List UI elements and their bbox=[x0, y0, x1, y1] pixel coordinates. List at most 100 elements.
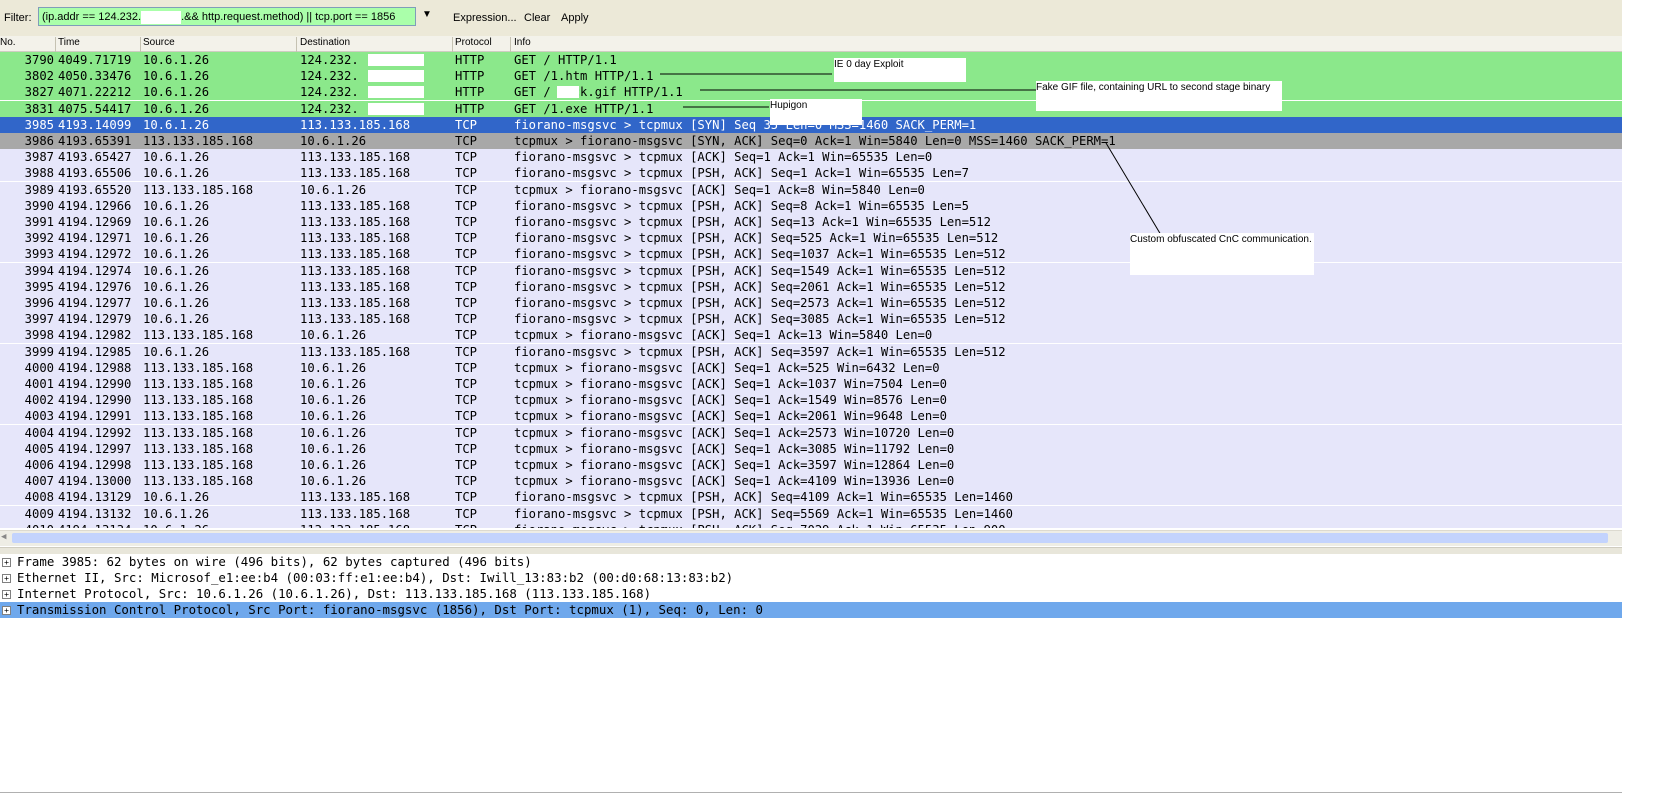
packet-row[interactable]: 3997 4194.12979 10.6.1.26 113.133.185.168 TC… bbox=[0, 311, 1622, 327]
packet-row[interactable]: 3790 4049.71719 10.6.1.26 124.232. HTTP GET /… bbox=[0, 52, 1622, 68]
packet-protocol: TCP bbox=[455, 150, 478, 164]
packet-no: 4006 bbox=[24, 458, 54, 472]
packet-no: 4007 bbox=[24, 474, 54, 488]
packet-row[interactable]: 4000 4194.12988 113.133.185.168 10.6.1.26 TC… bbox=[0, 360, 1622, 376]
packet-row[interactable]: 4009 4194.13132 10.6.1.26 113.133.185.168 TC… bbox=[0, 506, 1622, 522]
col-header-info[interactable]: Info bbox=[514, 37, 531, 48]
annotation-text: Hupigon bbox=[770, 100, 808, 111]
expand-plus-icon[interactable]: + bbox=[2, 574, 11, 583]
col-header-source[interactable]: Source bbox=[143, 37, 175, 48]
packet-source: 10.6.1.26 bbox=[143, 280, 210, 294]
packet-row[interactable]: 4005 4194.12997 113.133.185.168 10.6.1.26 TC… bbox=[0, 441, 1622, 457]
filter-input[interactable]: (ip.addr == 124.232. .&& http.request.met… bbox=[38, 7, 416, 26]
packet-info: tcpmux > fiorano-msgsvc [ACK] Seq=1 Ack=… bbox=[514, 183, 925, 197]
redacted-block bbox=[557, 86, 579, 98]
packet-row[interactable]: 3993 4194.12972 10.6.1.26 113.133.185.168 TC… bbox=[0, 246, 1622, 262]
column-divider[interactable] bbox=[510, 37, 511, 52]
packet-time: 4194.12998 bbox=[58, 458, 132, 472]
column-divider[interactable] bbox=[55, 37, 56, 52]
clear-button[interactable]: Clear bbox=[524, 12, 550, 24]
packet-source: 10.6.1.26 bbox=[143, 312, 210, 326]
col-header-destination[interactable]: Destination bbox=[300, 37, 350, 48]
redacted-block bbox=[368, 86, 424, 98]
packet-protocol: TCP bbox=[455, 296, 478, 310]
packet-row[interactable]: 3994 4194.12974 10.6.1.26 113.133.185.168 TC… bbox=[0, 263, 1622, 279]
packet-no: 3827 bbox=[24, 85, 54, 99]
expand-plus-icon[interactable]: + bbox=[2, 558, 11, 567]
packet-info: tcpmux > fiorano-msgsvc [ACK] Seq=1 Ack=… bbox=[514, 409, 947, 423]
redacted-block bbox=[368, 103, 424, 115]
column-divider[interactable] bbox=[452, 37, 453, 52]
col-header-no[interactable]: No. bbox=[0, 37, 16, 48]
column-divider[interactable] bbox=[296, 37, 297, 52]
packet-time: 4194.12966 bbox=[58, 199, 132, 213]
packet-row[interactable]: 3999 4194.12985 10.6.1.26 113.133.185.168 TC… bbox=[0, 344, 1622, 360]
packet-row[interactable]: 3988 4193.65506 10.6.1.26 113.133.185.168 TC… bbox=[0, 165, 1622, 181]
packet-row[interactable]: 3996 4194.12977 10.6.1.26 113.133.185.168 TC… bbox=[0, 295, 1622, 311]
scrollbar-thumb[interactable] bbox=[12, 533, 1608, 543]
packet-no: 3985 bbox=[24, 118, 54, 132]
packet-source: 10.6.1.26 bbox=[143, 231, 210, 245]
packet-source: 10.6.1.26 bbox=[143, 199, 210, 213]
packet-details-pane[interactable]: + Frame 3985: 62 bytes on wire (496 bits)… bbox=[0, 554, 1622, 794]
packet-info: fiorano-msgsvc > tcpmux [PSH, ACK] Seq=1… bbox=[514, 166, 969, 180]
packet-time: 4194.12979 bbox=[58, 312, 132, 326]
packet-no: 4003 bbox=[24, 409, 54, 423]
detail-text: Internet Protocol, Src: 10.6.1.26 (10.6.… bbox=[17, 586, 652, 601]
packet-row[interactable]: 3995 4194.12976 10.6.1.26 113.133.185.168 TC… bbox=[0, 279, 1622, 295]
detail-row[interactable]: + Internet Protocol, Src: 10.6.1.26 (10.6… bbox=[0, 586, 1622, 602]
packet-row[interactable]: 4002 4194.12990 113.133.185.168 10.6.1.26 TC… bbox=[0, 392, 1622, 408]
packet-row[interactable]: 3989 4193.65520 113.133.185.168 10.6.1.26 TC… bbox=[0, 182, 1622, 198]
packet-info: fiorano-msgsvc > tcpmux [PSH, ACK] Seq=7… bbox=[514, 522, 1006, 528]
packet-time: 4194.12972 bbox=[58, 247, 132, 261]
detail-row[interactable]: + Frame 3985: 62 bytes on wire (496 bits)… bbox=[0, 554, 1622, 570]
detail-row[interactable]: + Transmission Control Protocol, Src Port… bbox=[0, 602, 1622, 618]
packet-source: 113.133.185.168 bbox=[143, 442, 254, 456]
packet-destination: 10.6.1.26 bbox=[300, 328, 367, 342]
col-header-protocol[interactable]: Protocol bbox=[455, 37, 492, 48]
packet-row[interactable]: 3802 4050.33476 10.6.1.26 124.232. HTTP GET /… bbox=[0, 68, 1622, 84]
packet-list-header: No. Time Source Destination Protocol Inf… bbox=[0, 36, 1622, 52]
apply-button[interactable]: Apply bbox=[561, 12, 589, 24]
packet-row[interactable]: 3998 4194.12982 113.133.185.168 10.6.1.26 TC… bbox=[0, 327, 1622, 343]
packet-source: 10.6.1.26 bbox=[143, 522, 209, 528]
packet-protocol: HTTP bbox=[455, 102, 485, 116]
packet-protocol: TCP bbox=[455, 474, 478, 488]
packet-row[interactable]: 3986 4193.65391 113.133.185.168 10.6.1.26 TC… bbox=[0, 133, 1622, 149]
packet-row[interactable]: 3990 4194.12966 10.6.1.26 113.133.185.168 TC… bbox=[0, 198, 1622, 214]
packet-row[interactable]: 4006 4194.12998 113.133.185.168 10.6.1.26 TC… bbox=[0, 457, 1622, 473]
packet-protocol: TCP bbox=[455, 134, 478, 148]
horizontal-scrollbar[interactable]: ◀ bbox=[0, 530, 1622, 546]
packet-row[interactable]: 3987 4193.65427 10.6.1.26 113.133.185.168 TC… bbox=[0, 149, 1622, 165]
expression-button[interactable]: Expression... bbox=[453, 12, 517, 24]
packet-no: 3991 bbox=[24, 215, 54, 229]
packet-row[interactable]: 3992 4194.12971 10.6.1.26 113.133.185.168 TC… bbox=[0, 230, 1622, 246]
packet-row[interactable]: 4004 4194.12992 113.133.185.168 10.6.1.26 TC… bbox=[0, 425, 1622, 441]
packet-destination: 10.6.1.26 bbox=[300, 361, 367, 375]
col-header-time[interactable]: Time bbox=[58, 37, 80, 48]
expand-plus-icon[interactable]: + bbox=[2, 606, 11, 615]
expand-plus-icon[interactable]: + bbox=[2, 590, 11, 599]
packet-info: GET /1.exe HTTP/1.1 bbox=[514, 102, 654, 116]
packet-time: 4050.33476 bbox=[58, 69, 132, 83]
packet-row[interactable]: 4003 4194.12991 113.133.185.168 10.6.1.26 TC… bbox=[0, 408, 1622, 424]
packet-time: 4194.12976 bbox=[58, 280, 132, 294]
packet-source: 10.6.1.26 bbox=[143, 215, 210, 229]
packet-info: tcpmux > fiorano-msgsvc [ACK] Seq=1 Ack=… bbox=[514, 377, 947, 391]
chevron-down-icon[interactable]: ▼ bbox=[420, 9, 434, 23]
packet-destination: 10.6.1.26 bbox=[300, 183, 367, 197]
packet-protocol: TCP bbox=[455, 312, 478, 326]
detail-row[interactable]: + Ethernet II, Src: Microsof_e1:ee:b4 (00… bbox=[0, 570, 1622, 586]
packet-row[interactable]: 3827 4071.22212 10.6.1.26 124.232. HTTP GET /… bbox=[0, 84, 1622, 100]
scroll-left-icon[interactable]: ◀ bbox=[1, 532, 6, 542]
packet-no: 4002 bbox=[24, 393, 54, 407]
packet-row[interactable]: 4010 4194.13134 10.6.1.26 113.133.185.168 TC… bbox=[0, 522, 1622, 528]
packet-source: 10.6.1.26 bbox=[143, 507, 210, 521]
packet-protocol: TCP bbox=[455, 507, 478, 521]
packet-row[interactable]: 3991 4194.12969 10.6.1.26 113.133.185.168 TC… bbox=[0, 214, 1622, 230]
column-divider[interactable] bbox=[140, 37, 141, 52]
packet-row[interactable]: 4008 4194.13129 10.6.1.26 113.133.185.168 TC… bbox=[0, 489, 1622, 505]
packet-source: 10.6.1.26 bbox=[143, 296, 210, 310]
packet-row[interactable]: 4007 4194.13000 113.133.185.168 10.6.1.26 TC… bbox=[0, 473, 1622, 489]
packet-row[interactable]: 4001 4194.12990 113.133.185.168 10.6.1.26 TC… bbox=[0, 376, 1622, 392]
